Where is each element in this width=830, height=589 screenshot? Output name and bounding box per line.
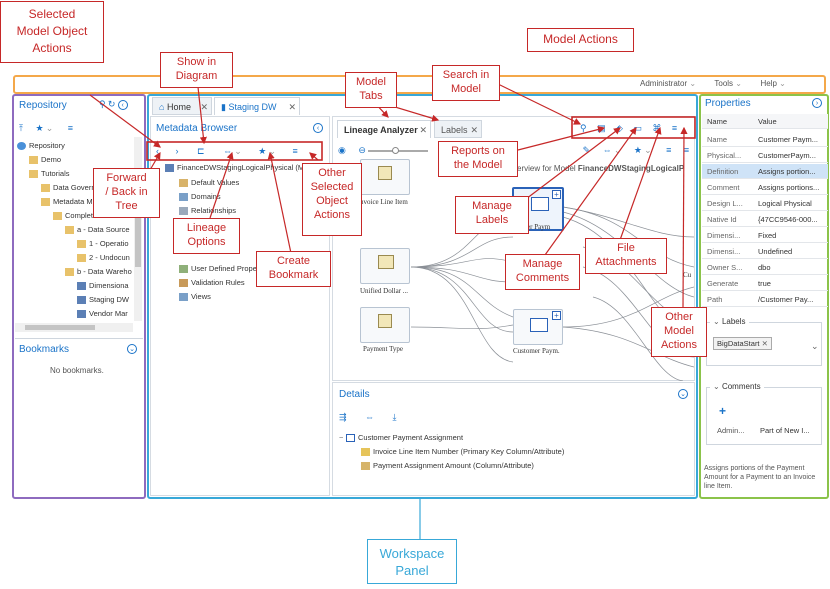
callout-search-in-model-line: Search in [442,69,490,81]
callout-workspace-panel: Workspace Panel [367,539,457,584]
callout-manage-comments-line: Comments [515,272,570,284]
callout-show-in-diagram-line: Diagram [175,70,218,82]
callout-manage-comments-line: Manage [522,258,563,270]
callout-workspace-panel-line: Panel [395,563,429,578]
callout-selected-model-object-actions-line: Model Object [16,24,88,38]
callout-other-selected-object-actions-line: Object [316,195,348,207]
callout-manage-labels: Manage Labels [455,196,529,234]
callout-other-model-actions: Other Model Actions [651,307,707,357]
highlight-metadata-toolbar [146,141,323,161]
arrow-manage-comments [544,127,637,256]
arrow-other-model-actions [680,126,688,309]
callout-model-actions: Model Actions [527,28,634,52]
arrow-selected-model-object-actions [89,94,161,148]
callout-other-model-actions-line: Other [665,311,693,323]
callout-other-selected-object-actions-line: Other [318,167,346,179]
arrow-show-in-diagram [197,86,207,145]
arrow-manage-labels [517,127,621,206]
arrow-other-selected-object-actions [309,152,319,161]
callout-manage-labels-line: Manage [472,200,512,212]
arrow-file-attachments [619,126,662,241]
callout-arrows [89,83,696,540]
callout-search-in-model-line: Model [451,83,481,95]
arrow-reports [517,125,606,151]
callout-show-in-diagram: Show in Diagram [160,52,233,88]
callout-selected-model-object-actions-line: Selected [28,7,76,21]
highlight-model-actions [571,116,696,139]
callout-lineage-options-line: Options [187,236,226,248]
callout-file-attachments-line: Attachments [595,256,657,268]
callout-forward-back-in-tree-line: Tree [115,200,138,212]
callout-selected-model-object-actions-line: Actions [32,41,72,55]
callout-other-selected-object-actions-line: Selected [310,181,354,193]
callout-search-in-model: Search in Model [432,65,500,101]
arrow-lineage-options [209,151,234,219]
callout-other-model-actions-line: Model [664,325,694,337]
callout-file-attachments-line: File [617,242,635,254]
callout-forward-back-in-tree-line: / Back in [105,186,148,198]
callout-model-tabs-line: Tabs [359,90,383,102]
arrow-create-bookmark [267,151,293,259]
callout-selected-model-object-actions: Selected Model Object Actions [0,1,104,63]
callout-create-bookmark: Create Bookmark [256,251,331,287]
callout-manage-comments: Manage Comments [505,254,580,290]
callout-lineage-options: Lineage Options [173,218,240,254]
callout-other-selected-object-actions: Other Selected Object Actions [302,163,362,236]
callout-forward-back-in-tree-line: Forward [106,172,147,184]
callout-create-bookmark-line: Create [276,255,311,267]
callout-model-tabs-line: Model [356,76,386,88]
callout-file-attachments: File Attachments [585,238,667,274]
callout-forward-back-in-tree: Forward / Back in Tree [93,168,160,218]
callout-other-model-actions-line: Actions [660,339,698,351]
callout-reports-on-the-model-line: Reports on [451,145,505,157]
callout-manage-labels-line: Labels [475,214,509,226]
callout-show-in-diagram-line: Show in [176,56,217,68]
callout-workspace-panel-line: Workspace [379,546,445,561]
callout-lineage-options-line: Lineage [186,222,227,234]
callout-model-tabs: Model Tabs [345,72,397,108]
callout-reports-on-the-model: Reports on the Model [438,141,518,177]
callout-create-bookmark-line: Bookmark [268,269,319,281]
arrow-search-in-model [497,83,582,125]
callout-reports-on-the-model-line: the Model [453,159,503,171]
callout-other-selected-object-actions-line: Actions [313,209,351,221]
callout-model-actions-line: Model Actions [543,32,618,46]
